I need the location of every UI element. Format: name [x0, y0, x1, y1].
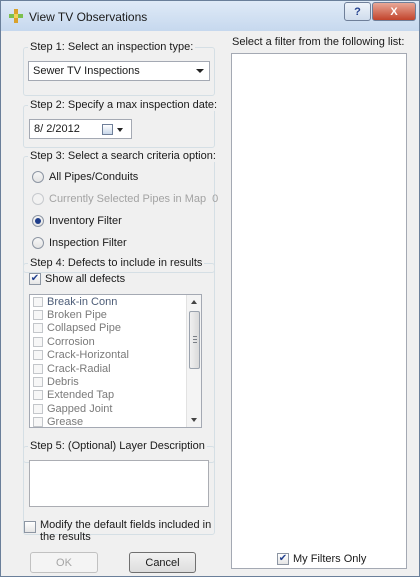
show-all-defects-label: Show all defects — [45, 273, 126, 285]
defect-checkbox[interactable] — [33, 417, 43, 427]
defect-list-item[interactable]: Corrosion — [30, 335, 201, 348]
selected-pipes-count: 0 — [212, 193, 219, 205]
defect-checkbox[interactable] — [33, 310, 43, 321]
filters-list[interactable] — [231, 53, 407, 569]
radio-label: Currently Selected Pipes in Map — [49, 193, 207, 205]
step4-label: Step 4: Defects to include in results — [28, 257, 205, 269]
defect-label: Break-in Conn — [47, 295, 118, 308]
radio-selected-pipes: Currently Selected Pipes in Map 0 — [32, 193, 218, 205]
window-title: View TV Observations — [29, 10, 148, 24]
inspection-type-value: Sewer TV Inspections — [33, 65, 140, 77]
defect-label: Gapped Joint — [47, 402, 113, 415]
dialog-client: Step 1: Select an inspection type: Sewer… — [8, 31, 413, 573]
step4-group: Step 4: Defects to include in results ✔ … — [23, 257, 215, 463]
defect-list-item[interactable]: Broken Pipe — [30, 308, 201, 321]
my-filters-only-checkbox[interactable]: ✔ My Filters Only — [277, 553, 366, 565]
radio-inventory-filter[interactable]: Inventory Filter — [32, 215, 122, 227]
defect-checkbox[interactable] — [33, 363, 43, 374]
defect-label: Grease — [47, 416, 84, 428]
defect-checkbox[interactable] — [33, 336, 43, 347]
max-date-value: 8/ 2/2012 — [34, 123, 80, 135]
scroll-thumb[interactable] — [189, 311, 200, 369]
ok-button[interactable]: OK — [30, 552, 98, 573]
grip-line — [193, 342, 197, 343]
defects-items: Break-in Conn Broken Pipe Collapsed Pipe Co… — [30, 295, 201, 428]
defect-checkbox[interactable] — [33, 323, 43, 334]
defect-list-item[interactable]: Crack-Radial — [30, 362, 201, 375]
radio-button — [32, 193, 44, 205]
grip-line — [193, 339, 197, 340]
radio-label: Inventory Filter — [49, 215, 122, 227]
defects-scrollbar[interactable] — [186, 295, 201, 427]
defect-label: Debris — [47, 376, 79, 389]
defect-list-item[interactable]: Gapped Joint — [30, 402, 201, 415]
cancel-button[interactable]: Cancel — [129, 552, 196, 573]
help-button[interactable]: ? — [344, 2, 371, 21]
grip-line — [193, 336, 197, 337]
inspection-type-dropdown[interactable]: Sewer TV Inspections — [28, 61, 210, 81]
chevron-down-icon — [196, 69, 204, 73]
defect-checkbox[interactable] — [33, 390, 43, 401]
scroll-down-icon[interactable] — [191, 418, 197, 422]
defect-label: Crack-Horizontal — [47, 349, 129, 362]
radio-button[interactable] — [32, 237, 44, 249]
defect-label: Crack-Radial — [47, 362, 111, 375]
show-all-defects-checkbox[interactable]: ✔ Show all defects — [29, 273, 125, 285]
defect-checkbox[interactable] — [33, 350, 43, 361]
step1-group: Step 1: Select an inspection type: Sewer… — [23, 41, 215, 96]
modify-fields-label-line2: the results — [40, 531, 91, 543]
scroll-up-icon[interactable] — [191, 300, 197, 304]
step2-label: Step 2: Specify a max inspection date: — [28, 99, 220, 111]
radio-button[interactable] — [32, 215, 44, 227]
radio-inspection-filter[interactable]: Inspection Filter — [32, 237, 127, 249]
check-icon[interactable]: ✔ — [277, 553, 289, 565]
checkbox-box[interactable] — [24, 521, 36, 533]
defect-list-item[interactable]: Crack-Horizontal — [30, 349, 201, 362]
radio-label: Inspection Filter — [49, 237, 127, 249]
radio-all-pipes[interactable]: All Pipes/Conduits — [32, 171, 138, 183]
close-button[interactable]: X — [372, 2, 416, 21]
filters-label: Select a filter from the following list: — [232, 36, 405, 48]
defect-label: Extended Tap — [47, 389, 115, 402]
modify-fields-checkbox[interactable]: Modify the default fields included in th… — [24, 519, 211, 543]
max-date-picker[interactable]: 8/ 2/2012 — [29, 119, 132, 139]
title-bar[interactable]: View TV Observations ? X — [1, 1, 419, 31]
step1-label: Step 1: Select an inspection type: — [28, 41, 196, 53]
radio-button[interactable] — [32, 171, 44, 183]
chevron-down-icon — [117, 128, 123, 132]
step3-label: Step 3: Select a search criteria option: — [28, 150, 218, 162]
defect-label: Collapsed Pipe — [47, 322, 121, 335]
step5-label: Step 5: (Optional) Layer Description — [28, 440, 207, 452]
defect-checkbox[interactable] — [33, 403, 43, 414]
app-icon — [9, 9, 23, 23]
defect-list-item[interactable]: Extended Tap — [30, 389, 201, 402]
modify-fields-label: Modify the default fields included in th… — [40, 519, 211, 543]
defect-list-item[interactable]: Collapsed Pipe — [30, 322, 201, 335]
defect-label: Corrosion — [47, 335, 95, 348]
radio-label: All Pipes/Conduits — [49, 171, 139, 183]
defect-checkbox[interactable] — [33, 296, 43, 307]
my-filters-only-label: My Filters Only — [293, 553, 367, 565]
defect-label: Broken Pipe — [47, 309, 107, 322]
dialog-window: View TV Observations ? X Step 1: Select … — [0, 0, 420, 577]
step2-group: Step 2: Specify a max inspection date: 8… — [23, 99, 220, 148]
defect-list-item[interactable]: Break-in Conn — [30, 295, 201, 308]
step3-group: Step 3: Select a search criteria option:… — [23, 150, 218, 273]
defect-checkbox[interactable] — [33, 377, 43, 388]
calendar-icon — [102, 124, 113, 135]
modify-fields-label-line1: Modify the default fields included in — [40, 519, 212, 531]
defect-list-item[interactable]: Debris — [30, 375, 201, 388]
check-icon[interactable]: ✔ — [29, 273, 41, 285]
defect-list-item[interactable]: Grease — [30, 416, 201, 428]
defects-list[interactable]: Break-in Conn Broken Pipe Collapsed Pipe Co… — [29, 294, 202, 428]
layer-description-input[interactable] — [29, 460, 209, 507]
